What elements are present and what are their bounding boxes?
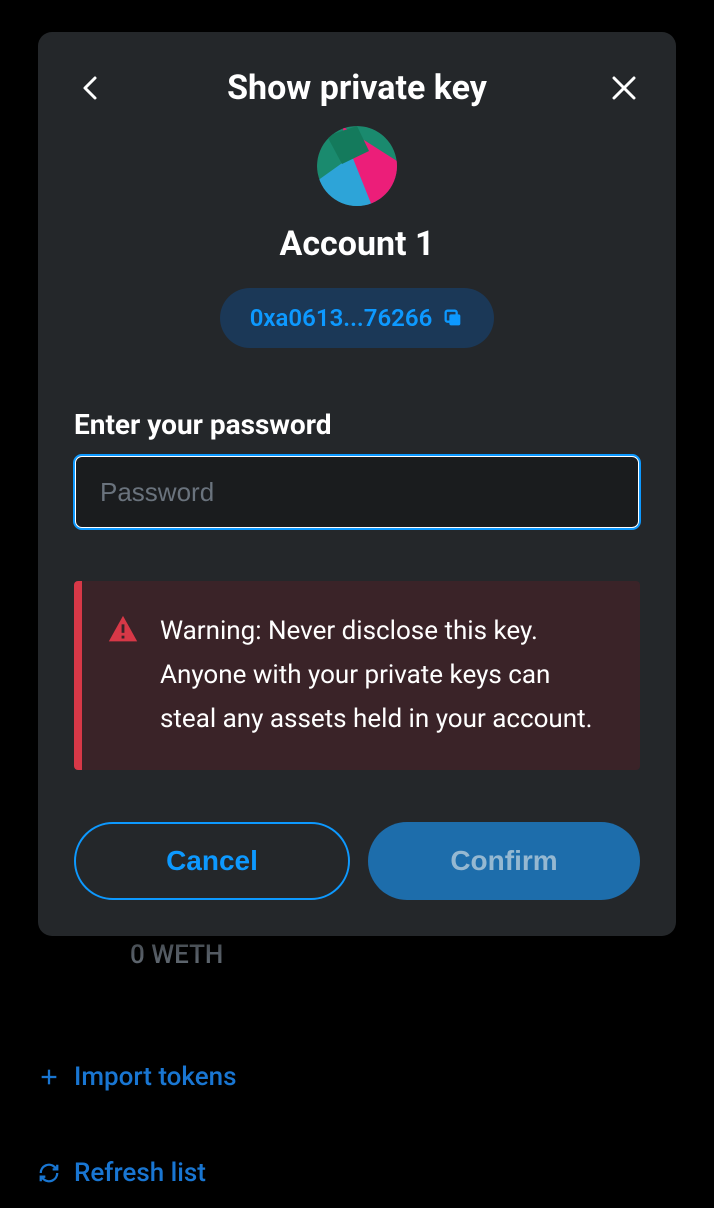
- confirm-button[interactable]: Confirm: [368, 822, 640, 900]
- warning-box: Warning: Never disclose this key. Anyone…: [74, 581, 640, 770]
- modal-title: Show private key: [106, 68, 608, 108]
- plus-icon: [38, 1066, 60, 1088]
- copy-address-button[interactable]: 0xa0613...76266: [220, 288, 495, 348]
- show-private-key-modal: Show private key Account 1 0xa0613...762…: [38, 32, 676, 936]
- close-icon: [610, 74, 638, 102]
- import-tokens-link[interactable]: Import tokens: [38, 1062, 237, 1092]
- refresh-list-link[interactable]: Refresh list: [38, 1158, 206, 1188]
- account-avatar: [317, 126, 397, 206]
- chevron-left-icon: [81, 74, 99, 102]
- back-button[interactable]: [74, 72, 106, 104]
- account-name: Account 1: [74, 224, 640, 264]
- warning-text: Warning: Never disclose this key. Anyone…: [160, 609, 612, 742]
- account-address: 0xa0613...76266: [250, 304, 433, 332]
- warning-icon: [106, 613, 140, 647]
- token-balance-weth: 0 WETH: [130, 940, 223, 970]
- copy-icon: [442, 307, 464, 329]
- refresh-list-label: Refresh list: [74, 1158, 206, 1188]
- import-tokens-label: Import tokens: [74, 1062, 237, 1092]
- password-input[interactable]: [74, 455, 640, 529]
- refresh-icon: [38, 1162, 60, 1184]
- cancel-button[interactable]: Cancel: [74, 822, 350, 900]
- close-button[interactable]: [608, 72, 640, 104]
- password-label: Enter your password: [74, 408, 640, 441]
